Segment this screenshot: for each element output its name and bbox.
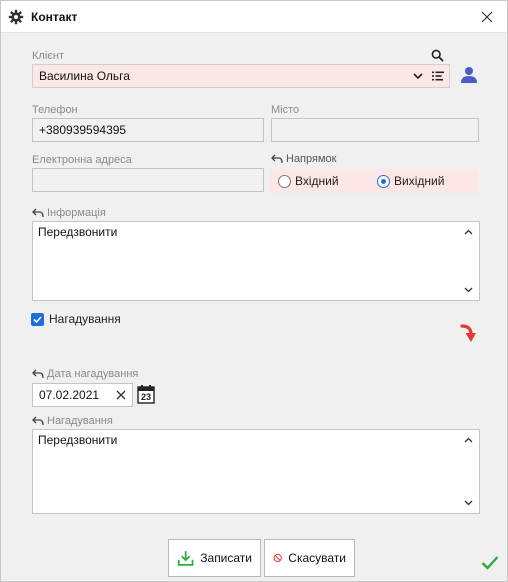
- clear-icon[interactable]: [116, 390, 126, 400]
- reminder-text-label-wrap: Нагадування: [32, 415, 113, 427]
- direction-radio-group: Вхідний Вихідний: [271, 169, 479, 193]
- chevron-down-icon[interactable]: [413, 73, 423, 80]
- close-button[interactable]: [467, 1, 507, 32]
- client-label: Клієнт: [32, 50, 64, 62]
- undo-icon[interactable]: [32, 369, 44, 379]
- client-select[interactable]: Василина Ольга: [32, 64, 450, 88]
- title-bar: Контакт: [1, 1, 507, 33]
- search-icon[interactable]: [431, 49, 444, 62]
- scroll-up-icon[interactable]: [464, 229, 473, 235]
- user-icon[interactable]: [460, 66, 478, 84]
- cancel-button[interactable]: Скасувати: [264, 539, 355, 577]
- ok-check-icon[interactable]: [481, 555, 499, 570]
- checkbox-box[interactable]: [31, 312, 44, 326]
- radio-incoming[interactable]: Вхідний: [278, 174, 339, 188]
- reminder-textarea[interactable]: Передзвонити: [32, 429, 480, 514]
- info-textarea[interactable]: Передзвонити: [32, 221, 480, 301]
- download-icon: [177, 551, 194, 566]
- info-value: Передзвонити: [38, 225, 118, 239]
- close-icon: [481, 11, 493, 22]
- reminder-date-label-wrap: Дата нагадування: [32, 368, 138, 380]
- gear-icon: [8, 9, 24, 25]
- radio-incoming-circle[interactable]: [278, 174, 291, 188]
- city-field[interactable]: [271, 118, 479, 142]
- reminder-date-label: Дата нагадування: [47, 368, 139, 380]
- check-icon: [33, 315, 42, 323]
- direction-label: Напрямок: [286, 153, 337, 165]
- reminder-checkbox-label: Нагадування: [49, 312, 121, 326]
- email-field[interactable]: [32, 168, 264, 192]
- phone-value: +380939594395: [39, 123, 127, 137]
- phone-label: Телефон: [32, 104, 78, 116]
- reminder-date-value: 07.02.2021: [39, 388, 100, 402]
- save-button[interactable]: Записати: [168, 539, 261, 577]
- scroll-up-icon[interactable]: [464, 437, 473, 443]
- undo-icon[interactable]: [271, 154, 283, 164]
- save-button-label: Записати: [200, 551, 252, 565]
- calendar-day: 23: [140, 392, 151, 402]
- direction-label-wrap: Напрямок: [271, 153, 336, 165]
- phone-field[interactable]: +380939594395: [32, 118, 264, 142]
- radio-outgoing-circle[interactable]: [377, 174, 390, 188]
- reminder-date-input[interactable]: 07.02.2021: [32, 383, 133, 407]
- client-value: Василина Ольга: [39, 69, 130, 83]
- info-label-wrap: Інформація: [32, 207, 106, 219]
- info-label: Інформація: [47, 207, 106, 219]
- red-arrow-down-icon[interactable]: [459, 324, 477, 344]
- scroll-down-icon[interactable]: [464, 500, 473, 506]
- contact-dialog: Контакт Клієнт Василина Ольга Телефон +3…: [0, 0, 508, 582]
- reminder-text-value: Передзвонити: [38, 433, 118, 447]
- radio-outgoing[interactable]: Вихідний: [377, 174, 444, 188]
- radio-outgoing-label: Вихідний: [394, 174, 445, 188]
- list-icon[interactable]: [432, 71, 444, 81]
- cancel-icon: [273, 553, 282, 563]
- scroll-down-icon[interactable]: [464, 287, 473, 293]
- cancel-button-label: Скасувати: [288, 551, 346, 565]
- reminder-checkbox[interactable]: Нагадування: [31, 312, 121, 326]
- radio-incoming-label: Вхідний: [295, 174, 339, 188]
- reminder-text-label: Нагадування: [47, 415, 113, 427]
- email-label: Електронна адреса: [32, 154, 132, 166]
- undo-icon[interactable]: [32, 208, 44, 218]
- calendar-button[interactable]: 23: [137, 384, 155, 404]
- dialog-title: Контакт: [31, 10, 78, 24]
- city-label: Місто: [271, 104, 300, 116]
- undo-icon[interactable]: [32, 416, 44, 426]
